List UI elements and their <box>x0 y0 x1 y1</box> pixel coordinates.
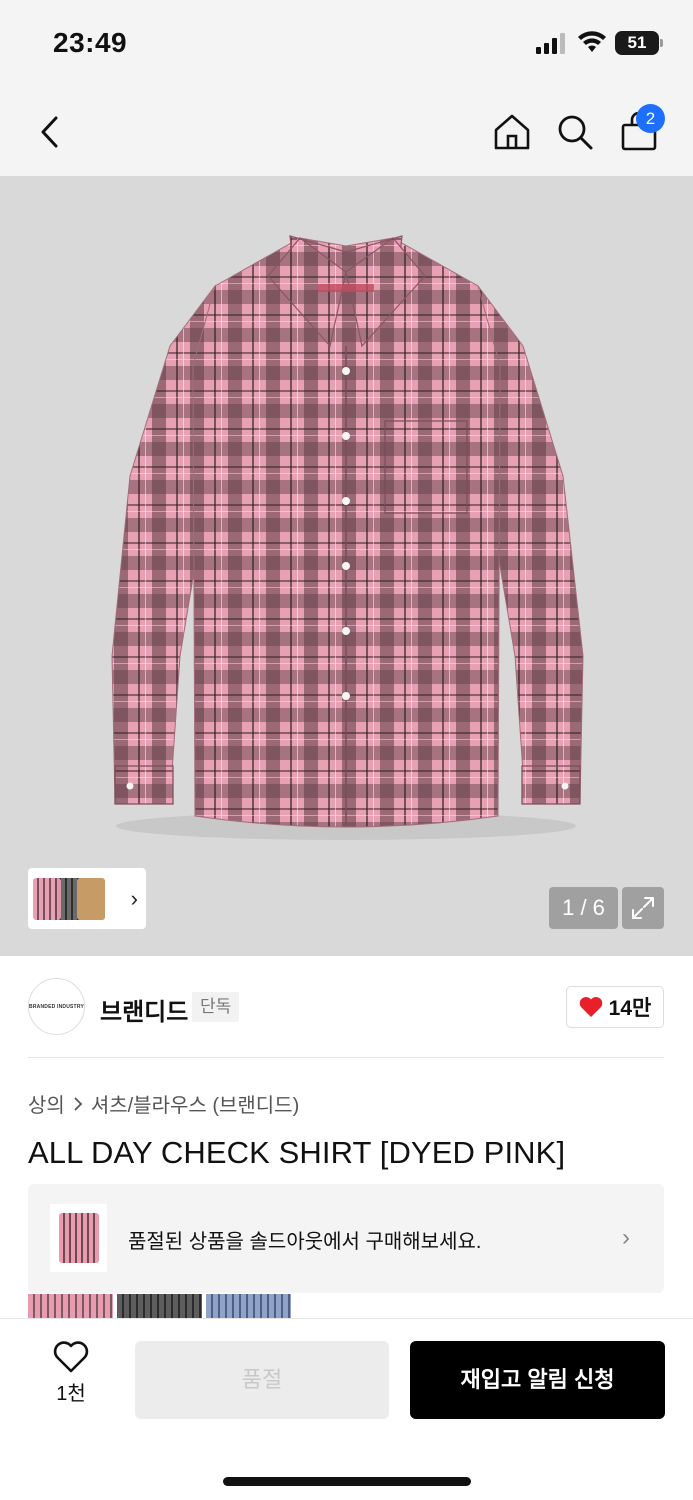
expand-button[interactable] <box>622 887 664 929</box>
wishlist-button[interactable]: 1천 <box>42 1341 100 1417</box>
swatch-charcoal[interactable] <box>117 1294 202 1318</box>
home-icon <box>494 114 530 150</box>
brand-like-button[interactable]: 14만 <box>566 986 664 1028</box>
breadcrumb: 상의 셔츠/블라우스 (브랜디드) <box>28 1089 299 1118</box>
image-counter: 1 / 6 <box>549 887 618 929</box>
search-button[interactable] <box>549 106 601 158</box>
heart-outline-icon <box>53 1341 89 1373</box>
breadcrumb-subcategory[interactable]: 셔츠/블라우스 (브랜디드) <box>91 1089 299 1118</box>
thumbnail-beige[interactable] <box>77 877 105 920</box>
swatch-blue[interactable] <box>206 1294 291 1318</box>
heart-filled-icon <box>579 997 602 1017</box>
status-time: 23:49 <box>53 27 128 58</box>
chevron-right-icon <box>74 1096 83 1111</box>
back-button[interactable] <box>24 106 76 158</box>
search-icon <box>558 115 593 150</box>
home-button[interactable] <box>486 106 538 158</box>
color-variant-swatches <box>28 1294 291 1318</box>
brand-like-count: 14만 <box>608 997 652 1020</box>
brand-logo-text: BRANDED INDUSTRY <box>29 1003 84 1010</box>
brand-name[interactable]: 브랜디드 <box>100 992 188 1027</box>
signal-icon <box>536 33 565 54</box>
exclusive-badge: 단독 <box>192 992 240 1022</box>
soldout-button: 품절 <box>135 1341 389 1419</box>
restock-alert-button[interactable]: 재입고 알림 신청 <box>410 1341 665 1419</box>
product-title: ALL DAY CHECK SHIRT [DYED PINK] <box>28 1135 566 1170</box>
soldout-market-banner[interactable]: 품절된 상품을 솔드아웃에서 구매해보세요. › <box>28 1184 664 1293</box>
product-image <box>111 235 584 840</box>
wifi-icon <box>578 31 606 52</box>
cart-count-badge: 2 <box>636 104 665 133</box>
shirt-thumbnail-image <box>58 1213 99 1263</box>
expand-icon <box>632 897 654 919</box>
chevron-right-icon: › <box>622 1224 630 1251</box>
chevron-right-icon: › <box>130 886 138 911</box>
bottom-action-bar: 1천 품절 재입고 알림 신청 <box>0 1318 693 1500</box>
banner-text: 품절된 상품을 솔드아웃에서 구매해보세요. <box>128 1231 482 1253</box>
chevron-left-icon <box>41 116 58 148</box>
swatch-pink[interactable] <box>28 1294 113 1318</box>
top-nav-bar <box>0 88 693 176</box>
gallery-thumbnail-strip[interactable]: › <box>28 868 146 929</box>
breadcrumb-category[interactable]: 상의 <box>28 1089 65 1118</box>
product-image-gallery[interactable]: › 1 / 6 <box>0 176 693 956</box>
home-indicator <box>223 1477 471 1486</box>
divider <box>28 1057 664 1058</box>
status-bar: 23:49 51 <box>0 0 693 88</box>
battery-indicator: 51 <box>615 31 663 55</box>
brand-logo[interactable]: BRANDED INDUSTRY <box>28 978 85 1035</box>
banner-product-thumbnail <box>50 1204 107 1272</box>
thumbnail-pink[interactable] <box>33 877 61 920</box>
wishlist-count: 1천 <box>56 1383 86 1405</box>
